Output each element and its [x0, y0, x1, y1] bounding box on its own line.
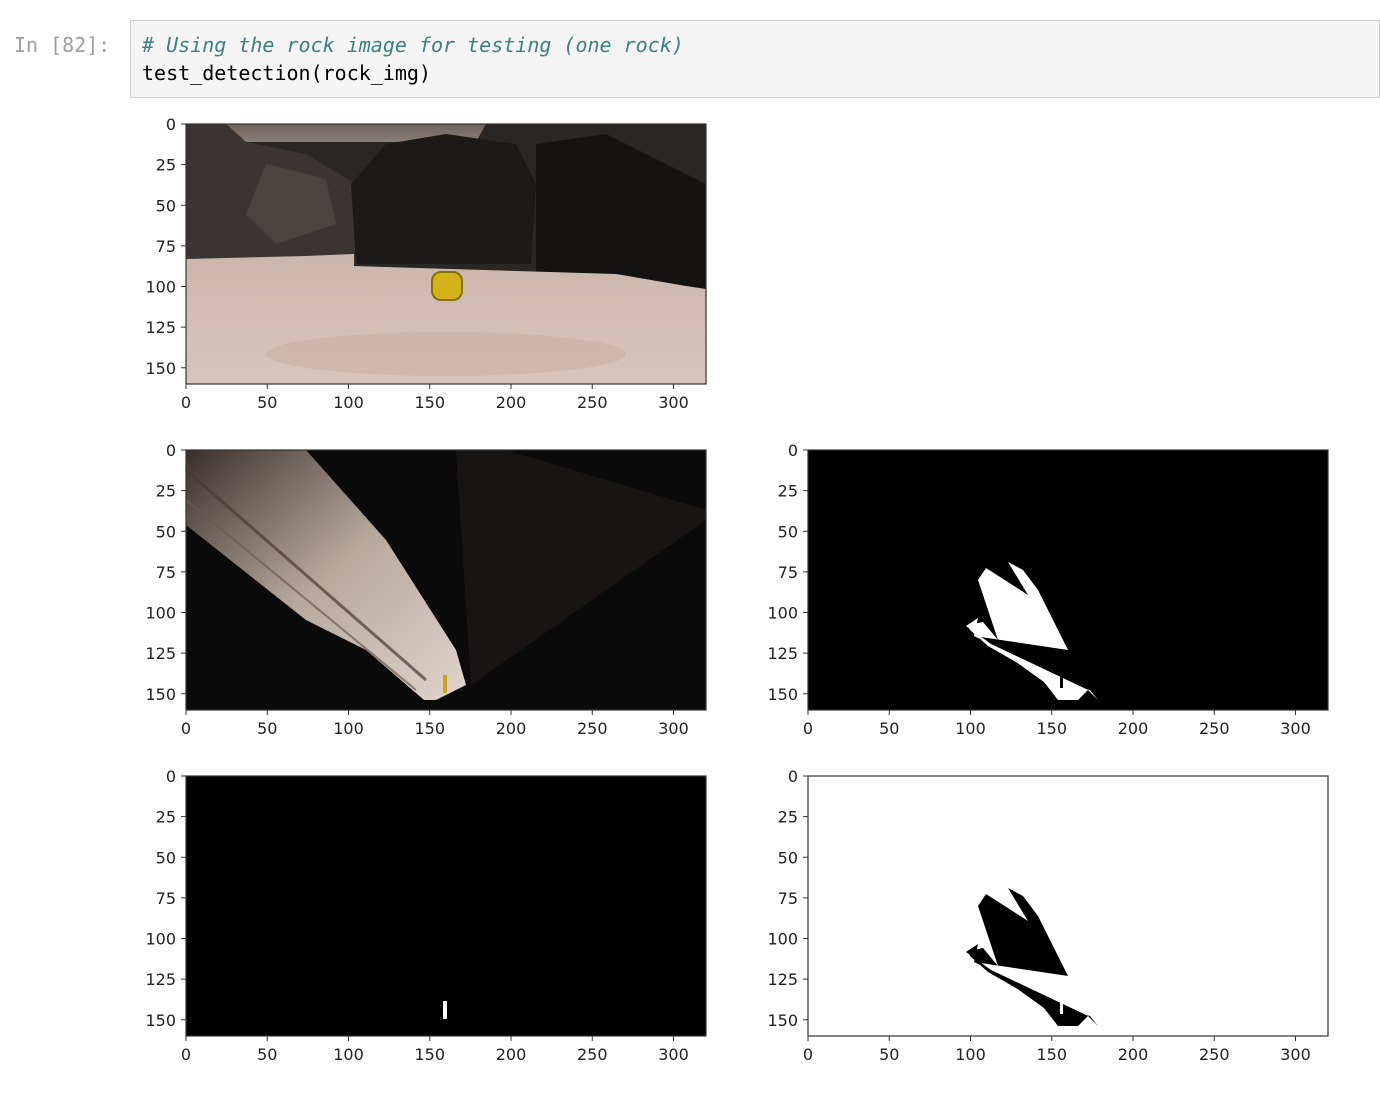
x-tick-label: 200: [1118, 1045, 1149, 1064]
x-tick-label: 150: [414, 1045, 445, 1064]
y-tick-label: 125: [145, 318, 176, 337]
x-tick-label: 50: [257, 393, 277, 412]
code-call-line: test_detection(rock_img): [142, 61, 431, 85]
y-tick-label: 100: [145, 604, 176, 623]
x-tick-label: 250: [1199, 719, 1230, 738]
y-tick-label: 100: [767, 604, 798, 623]
warped-image: [185, 450, 706, 710]
x-tick-label: 0: [181, 393, 191, 412]
x-tick-label: 100: [333, 719, 364, 738]
y-tick-label: 75: [156, 889, 176, 908]
y-tick-label: 50: [156, 522, 176, 541]
y-tick-label: 100: [145, 278, 176, 297]
rock-sample: [431, 271, 463, 301]
y-tick-label: 0: [788, 767, 798, 786]
y-tick-label: 50: [778, 522, 798, 541]
y-tick-label: 25: [778, 808, 798, 827]
code-comment-line: # Using the rock image for testing (one …: [142, 33, 684, 57]
y-tick-label: 125: [767, 970, 798, 989]
y-tick-label: 0: [788, 441, 798, 460]
camera-image: [186, 124, 706, 384]
y-tick-label: 75: [156, 237, 176, 256]
y-tick-label: 150: [145, 1011, 176, 1030]
y-tick-label: 25: [156, 482, 176, 501]
y-tick-label: 25: [156, 156, 176, 175]
y-tick-label: 100: [767, 930, 798, 949]
x-tick-label: 300: [658, 1045, 689, 1064]
y-tick-label: 50: [156, 848, 176, 867]
code-cell[interactable]: # Using the rock image for testing (one …: [130, 20, 1380, 98]
x-tick-label: 200: [496, 393, 527, 412]
plot-camera-image: 0 50 100 150 200 250 300 0 25 50 75 100 125 150: [145, 115, 707, 412]
x-tick-label: 100: [955, 719, 986, 738]
rock-threshold-image: [186, 776, 706, 1036]
y-tick-label: 125: [145, 970, 176, 989]
plot-navigable-threshold: 0 50 100 150 200 250 300 0 25 50 75 100 125 150: [767, 441, 1329, 738]
x-tick-label: 150: [1036, 1045, 1067, 1064]
y-tick-label: 75: [156, 563, 176, 582]
y-tick-label: 50: [156, 196, 176, 215]
x-tick-label: 50: [257, 719, 277, 738]
x-tick-label: 250: [1199, 1045, 1230, 1064]
y-tick-label: 25: [778, 482, 798, 501]
plot-warped-image: 0 50 100 150 200 250 300 0 25 50 75 100 125 150: [145, 441, 707, 738]
cell-prompt: In [82]:: [14, 33, 111, 57]
y-tick-label: 75: [778, 563, 798, 582]
x-tick-label: 100: [333, 393, 364, 412]
x-tick-label: 0: [803, 719, 813, 738]
x-tick-label: 100: [955, 1045, 986, 1064]
y-tick-label: 125: [767, 644, 798, 663]
x-tick-label: 250: [577, 1045, 608, 1064]
y-tick-label: 75: [778, 889, 798, 908]
x-tick-label: 150: [414, 719, 445, 738]
x-tick-label: 50: [879, 719, 899, 738]
x-tick-label: 200: [496, 719, 527, 738]
x-tick-label: 150: [1036, 719, 1067, 738]
x-tick-label: 200: [496, 1045, 527, 1064]
x-tick-label: 300: [1280, 719, 1311, 738]
x-tick-label: 50: [257, 1045, 277, 1064]
x-tick-label: 0: [181, 1045, 191, 1064]
y-tick-label: 100: [145, 930, 176, 949]
y-tick-label: 150: [145, 685, 176, 704]
y-tick-label: 25: [156, 808, 176, 827]
x-tick-label: 0: [803, 1045, 813, 1064]
x-tick-label: 250: [577, 719, 608, 738]
x-tick-label: 150: [414, 393, 445, 412]
x-tick-label: 200: [1118, 719, 1149, 738]
y-tick-label: 150: [767, 1011, 798, 1030]
plot-rock-threshold: 0 50 100 150 200 250 300 0 25 50 75 100 125 150: [145, 767, 707, 1064]
y-tick-label: 0: [166, 115, 176, 134]
y-tick-label: 0: [166, 441, 176, 460]
x-tick-label: 300: [658, 719, 689, 738]
x-tick-label: 100: [333, 1045, 364, 1064]
x-tick-label: 0: [181, 719, 191, 738]
y-tick-label: 0: [166, 767, 176, 786]
navigable-threshold-image: [808, 450, 1328, 710]
y-tick-label: 150: [145, 359, 176, 378]
plot-obstacle-map: 0 50 100 150 200 250 300 0 25 50 75 100 125 150: [767, 767, 1329, 1064]
x-tick-label: 300: [1280, 1045, 1311, 1064]
x-tick-label: 250: [577, 393, 608, 412]
y-tick-label: 150: [767, 685, 798, 704]
x-tick-label: 300: [658, 393, 689, 412]
y-tick-label: 50: [778, 848, 798, 867]
x-tick-label: 50: [879, 1045, 899, 1064]
obstacle-map-image: [808, 776, 1328, 1036]
y-tick-label: 125: [145, 644, 176, 663]
